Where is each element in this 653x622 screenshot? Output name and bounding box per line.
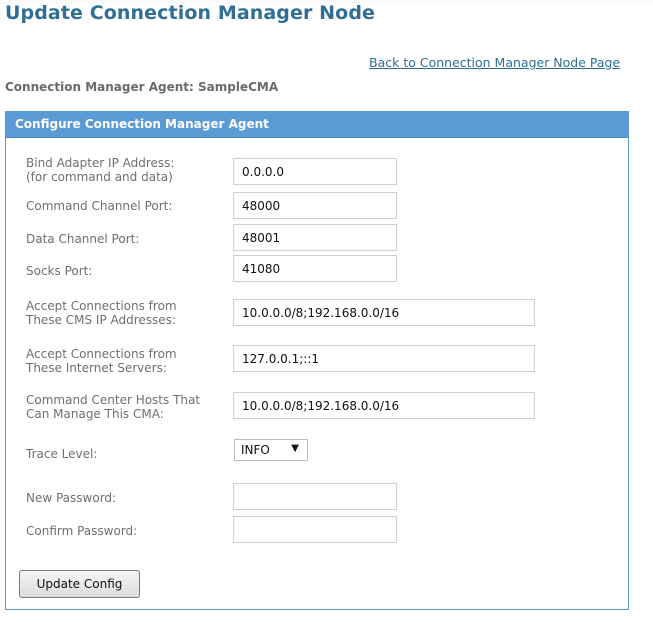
chevron-down-icon: ▼ xyxy=(291,443,299,454)
data-channel-port-input[interactable] xyxy=(233,224,397,251)
trace-level-label: Trace Level: xyxy=(26,447,98,461)
socks-port-label: Socks Port: xyxy=(26,264,93,278)
configure-panel: Configure Connection Manager Agent Bind … xyxy=(5,111,629,610)
accept-cms-label: Accept Connections from These CMS IP Add… xyxy=(26,299,177,327)
command-center-hosts-label-line1: Command Center Hosts That xyxy=(26,393,201,407)
data-channel-port-label: Data Channel Port: xyxy=(26,232,140,246)
trace-level-value: INFO xyxy=(241,443,270,457)
accept-cms-ip-input[interactable] xyxy=(233,299,535,326)
accept-cms-label-line2: These CMS IP Addresses: xyxy=(26,313,176,327)
bind-adapter-label-line1: Bind Adapter IP Address: xyxy=(26,156,175,170)
bind-adapter-label-line2: (for command and data) xyxy=(26,170,173,184)
command-center-hosts-input[interactable] xyxy=(233,392,535,419)
update-config-button[interactable]: Update Config xyxy=(19,570,140,598)
confirm-password-label: Confirm Password: xyxy=(26,524,138,538)
accept-internet-label-line2: These Internet Servers: xyxy=(26,361,167,375)
socks-port-input[interactable] xyxy=(233,255,397,282)
accept-cms-label-line1: Accept Connections from xyxy=(26,299,177,313)
panel-header-title: Configure Connection Manager Agent xyxy=(15,117,269,131)
accept-internet-label-line1: Accept Connections from xyxy=(26,347,177,361)
back-to-node-page-link[interactable]: Back to Connection Manager Node Page xyxy=(369,55,620,70)
panel-header: Configure Connection Manager Agent xyxy=(6,112,628,138)
command-center-hosts-label-line2: Can Manage This CMA: xyxy=(26,407,164,421)
new-password-input[interactable] xyxy=(233,483,397,510)
command-center-hosts-label: Command Center Hosts That Can Manage Thi… xyxy=(26,393,200,421)
accept-internet-servers-input[interactable] xyxy=(233,345,535,372)
new-password-label: New Password: xyxy=(26,491,117,505)
command-channel-port-label: Command Channel Port: xyxy=(26,199,173,213)
trace-level-select[interactable]: INFO ▼ xyxy=(234,439,308,461)
bind-adapter-label: Bind Adapter IP Address: (for command an… xyxy=(26,156,174,184)
accept-internet-label: Accept Connections from These Internet S… xyxy=(26,347,177,375)
command-channel-port-input[interactable] xyxy=(233,192,397,219)
bind-adapter-ip-input[interactable] xyxy=(233,158,397,185)
confirm-password-input[interactable] xyxy=(233,516,397,543)
page-title: Update Connection Manager Node xyxy=(5,2,376,24)
agent-name-line: Connection Manager Agent: SampleCMA xyxy=(5,80,279,94)
